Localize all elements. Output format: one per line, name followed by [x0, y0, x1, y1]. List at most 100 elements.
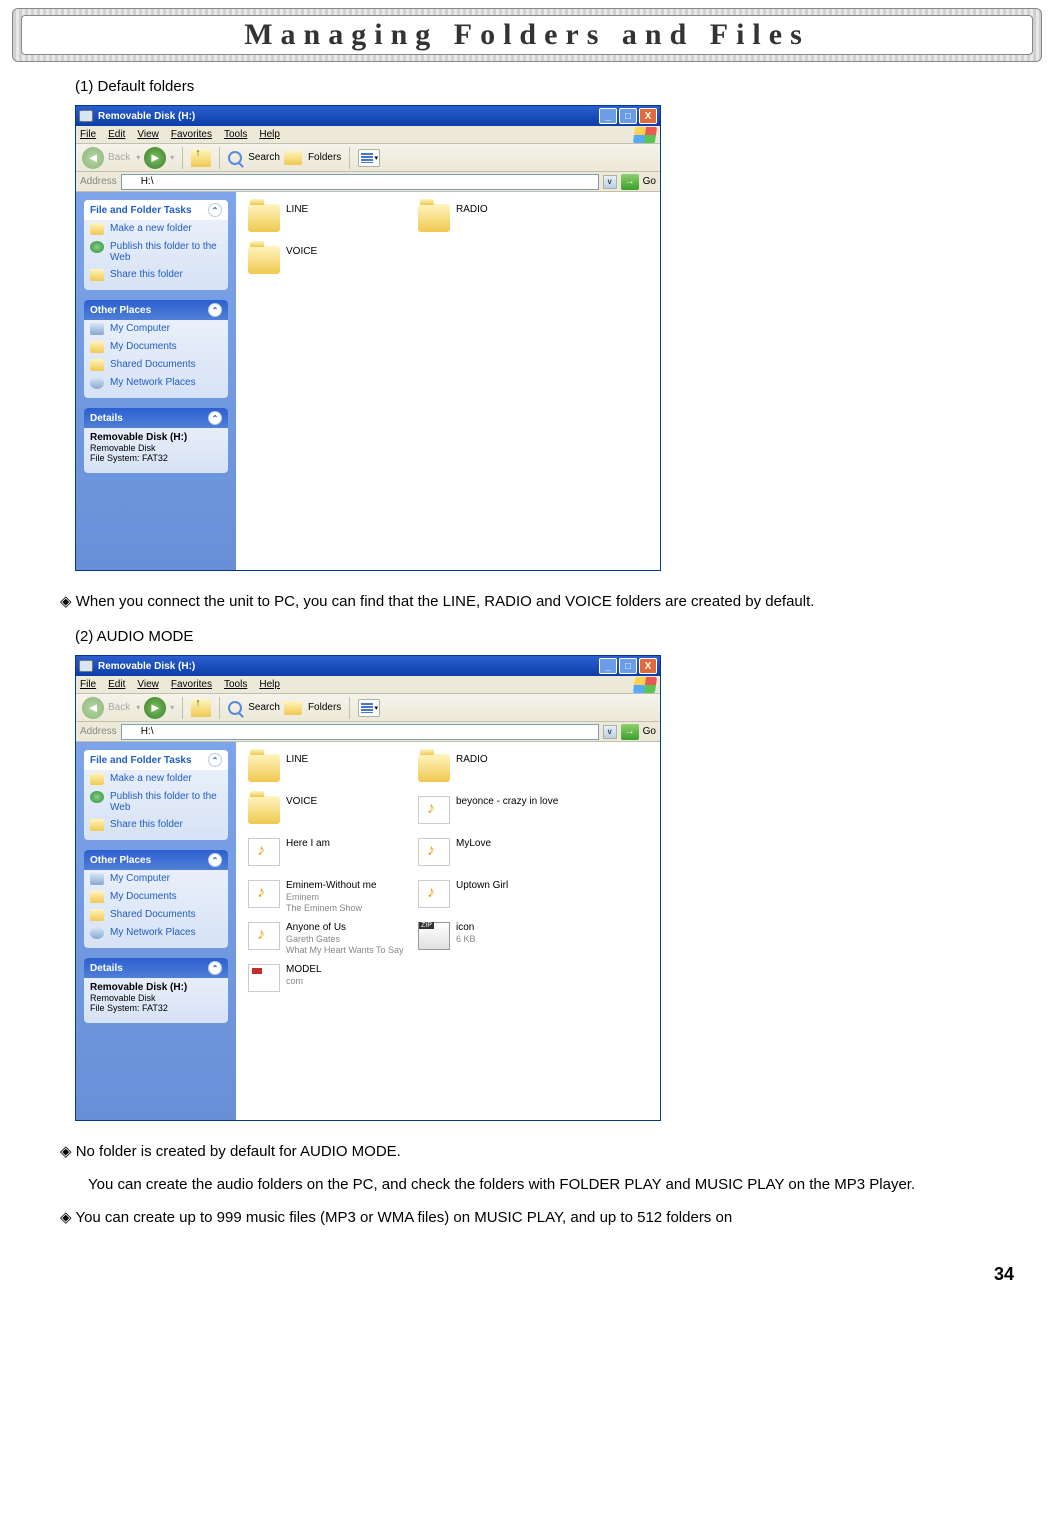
menu-view[interactable]: View: [137, 129, 159, 140]
details-panel: Details ⌃ Removable Disk (H:) Removable …: [84, 408, 228, 473]
menu-tools[interactable]: Tools: [224, 679, 247, 690]
file-item[interactable]: MyLove: [418, 838, 588, 872]
chevron-up-icon[interactable]: ⌃: [208, 753, 222, 767]
folders-button[interactable]: Folders: [308, 702, 341, 713]
file-item[interactable]: Anyone of UsGareth GatesWhat My Heart Wa…: [248, 922, 418, 956]
task-publish-web[interactable]: Publish this folder to the Web: [84, 238, 228, 266]
folder-icon: [418, 754, 450, 782]
file-item[interactable]: RADIO: [418, 754, 588, 788]
menu-favorites[interactable]: Favorites: [171, 129, 212, 140]
address-input[interactable]: H:\: [121, 174, 599, 190]
folders-icon: [284, 701, 302, 715]
file-item[interactable]: Uptown Girl: [418, 880, 588, 914]
file-folder-tasks-panel: File and Folder Tasks ⌃ Make a new folde…: [84, 750, 228, 840]
task-new-folder[interactable]: Make a new folder: [84, 220, 228, 238]
mp3-icon: [248, 922, 280, 950]
go-button[interactable]: →: [621, 724, 639, 740]
drive-icon: [125, 727, 137, 737]
folder-item[interactable]: LINE: [248, 204, 418, 238]
menu-bar: File Edit View Favorites Tools Help: [76, 676, 660, 694]
folders-button[interactable]: Folders: [308, 152, 341, 163]
network-icon: [90, 377, 104, 389]
chevron-up-icon[interactable]: ⌃: [208, 961, 222, 975]
folder-content[interactable]: LINERADIOVOICE: [236, 192, 660, 570]
panel-header-details[interactable]: Details ⌃: [84, 958, 228, 978]
file-item[interactable]: MODELcom: [248, 964, 418, 998]
title-bar[interactable]: Removable Disk (H:) _ □ X: [76, 656, 660, 676]
menu-tools[interactable]: Tools: [224, 129, 247, 140]
folder-item[interactable]: RADIO: [418, 204, 588, 238]
menu-help[interactable]: Help: [259, 129, 280, 140]
page-header: Managing Folders and Files: [12, 8, 1042, 62]
menu-edit[interactable]: Edit: [108, 679, 125, 690]
menu-edit[interactable]: Edit: [108, 129, 125, 140]
folder-content[interactable]: LINE RADIO VOICEbeyonce - crazy in loveHer…: [236, 742, 660, 1120]
forward-button[interactable]: ►: [144, 697, 166, 719]
explorer-window-1: Removable Disk (H:) _ □ X File Edit View…: [75, 105, 661, 571]
search-button[interactable]: Search: [248, 702, 280, 713]
title-bar[interactable]: Removable Disk (H:) _ □ X: [76, 106, 660, 126]
documents-icon: [90, 891, 104, 903]
details-type: Removable Disk: [90, 993, 156, 1003]
address-dropdown[interactable]: v: [603, 725, 617, 739]
views-button[interactable]: ▾: [358, 149, 380, 167]
file-item[interactable]: Here I am: [248, 838, 418, 872]
task-publish-web[interactable]: Publish this folder to the Web: [84, 788, 228, 816]
task-share-folder[interactable]: Share this folder: [84, 266, 228, 284]
place-network[interactable]: My Network Places: [84, 924, 228, 942]
search-icon: [228, 701, 242, 715]
chevron-up-icon[interactable]: ⌃: [208, 853, 222, 867]
place-my-documents[interactable]: My Documents: [84, 888, 228, 906]
back-button[interactable]: ◄: [82, 697, 104, 719]
chevron-up-icon[interactable]: ⌃: [208, 203, 222, 217]
search-button[interactable]: Search: [248, 152, 280, 163]
place-my-documents[interactable]: My Documents: [84, 338, 228, 356]
go-button[interactable]: →: [621, 174, 639, 190]
address-bar: Address H:\ v → Go: [76, 722, 660, 742]
file-item[interactable]: icon6 KB: [418, 922, 588, 956]
details-type: Removable Disk: [90, 443, 156, 453]
sidebar: File and Folder Tasks ⌃ Make a new folde…: [76, 192, 236, 570]
menu-view[interactable]: View: [137, 679, 159, 690]
chevron-up-icon[interactable]: ⌃: [208, 411, 222, 425]
task-share-folder[interactable]: Share this folder: [84, 816, 228, 834]
task-new-folder[interactable]: Make a new folder: [84, 770, 228, 788]
place-shared-documents[interactable]: Shared Documents: [84, 906, 228, 924]
file-item[interactable]: Eminem-Without meEminemThe Eminem Show: [248, 880, 418, 914]
panel-header-places[interactable]: Other Places ⌃: [84, 850, 228, 870]
place-network[interactable]: My Network Places: [84, 374, 228, 392]
menu-file[interactable]: File: [80, 129, 96, 140]
panel-header-tasks[interactable]: File and Folder Tasks ⌃: [84, 750, 228, 770]
panel-header-details[interactable]: Details ⌃: [84, 408, 228, 428]
folder-icon: [90, 223, 104, 235]
place-my-computer[interactable]: My Computer: [84, 320, 228, 338]
file-item[interactable]: VOICE: [248, 796, 418, 830]
place-shared-documents[interactable]: Shared Documents: [84, 356, 228, 374]
minimize-button[interactable]: _: [599, 658, 617, 674]
file-item[interactable]: LINE: [248, 754, 418, 788]
menu-file[interactable]: File: [80, 679, 96, 690]
forward-button[interactable]: ►: [144, 147, 166, 169]
address-dropdown[interactable]: v: [603, 175, 617, 189]
address-input[interactable]: H:\: [121, 724, 599, 740]
menu-help[interactable]: Help: [259, 679, 280, 690]
up-folder-button[interactable]: [191, 149, 211, 167]
folder-item[interactable]: VOICE: [248, 246, 418, 280]
views-button[interactable]: ▾: [358, 699, 380, 717]
close-button[interactable]: X: [639, 658, 657, 674]
shared-docs-icon: [90, 359, 104, 371]
back-button[interactable]: ◄: [82, 147, 104, 169]
file-item[interactable]: beyonce - crazy in love: [418, 796, 588, 830]
up-folder-button[interactable]: [191, 699, 211, 717]
minimize-button[interactable]: _: [599, 108, 617, 124]
maximize-button[interactable]: □: [619, 658, 637, 674]
search-icon: [228, 151, 242, 165]
menu-favorites[interactable]: Favorites: [171, 679, 212, 690]
place-my-computer[interactable]: My Computer: [84, 870, 228, 888]
file-label: RADIO: [456, 754, 488, 766]
maximize-button[interactable]: □: [619, 108, 637, 124]
panel-header-places[interactable]: Other Places ⌃: [84, 300, 228, 320]
close-button[interactable]: X: [639, 108, 657, 124]
panel-header-tasks[interactable]: File and Folder Tasks ⌃: [84, 200, 228, 220]
chevron-up-icon[interactable]: ⌃: [208, 303, 222, 317]
